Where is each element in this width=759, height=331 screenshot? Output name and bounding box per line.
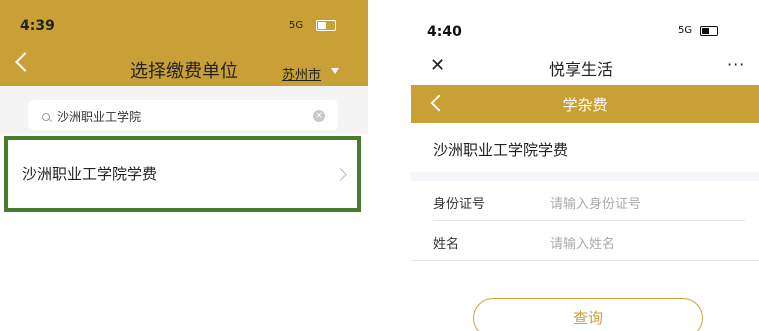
status-time: 4:39 <box>20 18 55 34</box>
left-phone-screen: 4:39 5G 选择缴费单位 苏州市 沙洲职业工学院 × 沙洲职业工学院学费 <box>0 0 368 331</box>
school-name: 沙洲职业工学院学费 <box>433 141 569 159</box>
page-title: 学杂费 <box>562 96 608 114</box>
signal-indicator: 5G <box>289 20 304 31</box>
id-number-label: 身份证号 <box>433 197 486 212</box>
list-item-label[interactable]: 沙洲职业工学院学费 <box>22 163 157 184</box>
search-value[interactable]: 沙洲职业工学院 <box>57 108 141 125</box>
query-button[interactable]: 查询 <box>473 298 703 331</box>
battery-icon <box>700 26 718 36</box>
divider <box>433 220 745 221</box>
name-field[interactable]: 请输入姓名 <box>550 233 615 252</box>
more-icon[interactable]: ··· <box>727 55 745 74</box>
divider <box>411 260 759 261</box>
section-divider <box>411 172 759 181</box>
clear-icon[interactable]: × <box>313 110 325 122</box>
city-selector[interactable]: 苏州市 <box>282 64 321 83</box>
right-phone-screen: 4:40 5G ✕ 悦享生活 ··· 学杂费 沙洲职业工学院学费 身份证号 请输… <box>403 0 759 331</box>
battery-icon <box>316 20 336 31</box>
name-label: 姓名 <box>433 237 460 252</box>
chevron-down-icon[interactable] <box>331 68 339 74</box>
id-number-field[interactable]: 请输入身份证号 <box>550 193 641 212</box>
signal-indicator: 5G <box>678 25 693 36</box>
search-icon <box>42 113 50 121</box>
status-time: 4:40 <box>427 24 462 40</box>
app-title: 悦享生活 <box>548 60 613 79</box>
